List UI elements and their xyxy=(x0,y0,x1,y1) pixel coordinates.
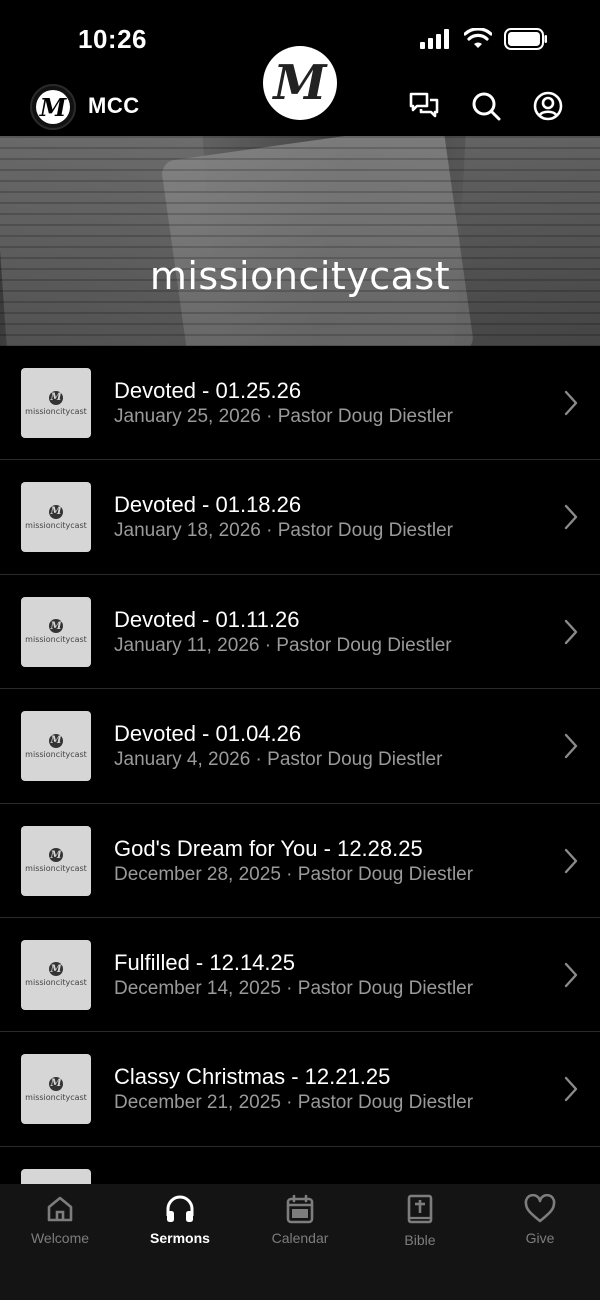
sermon-meta: December 14, 2025 · Pastor Doug Diestler xyxy=(114,977,474,999)
sermon-title: Devoted - 01.11.26 xyxy=(114,606,300,632)
sermon-meta: December 21, 2025 · Pastor Doug Diestler xyxy=(114,1092,474,1114)
thumbnail-wordmark: missioncitycast xyxy=(25,978,87,988)
sermon-meta: January 18, 2026 · Pastor Doug Diestler xyxy=(114,520,454,542)
tab-calendar[interactable]: Calendar xyxy=(240,1184,360,1300)
hero-wordmark: missioncitycast xyxy=(149,254,451,298)
tab-give[interactable]: Give xyxy=(480,1184,600,1300)
sermon-list-item[interactable]: Mmissioncitycast Devoted - 01.11.26 Janu… xyxy=(0,575,600,690)
sermon-list-item[interactable]: Mmissioncitycast God's Dream for You - 1… xyxy=(0,804,600,918)
chevron-right-icon xyxy=(564,848,578,873)
sermon-title: Devoted - 01.04.26 xyxy=(114,721,302,747)
sermon-meta: January 11, 2026 · Pastor Doug Diestler xyxy=(114,634,452,656)
calendar-icon xyxy=(286,1194,314,1224)
sermon-meta: January 4, 2026 · Pastor Doug Diestler xyxy=(114,749,443,771)
tab-bar: Welcome Sermons Calendar Bible Give xyxy=(0,1184,600,1300)
sermon-meta: December 28, 2025 · Pastor Doug Diestler xyxy=(114,863,474,885)
sermon-list-item[interactable]: Mmissioncitycast Devoted - 01.25.26 Janu… xyxy=(0,346,600,461)
tab-welcome[interactable]: Welcome xyxy=(0,1184,120,1300)
sermon-list: Mmissioncitycast Devoted - 01.25.26 Janu… xyxy=(0,346,600,1184)
chat-button[interactable] xyxy=(408,90,440,122)
thumbnail-wordmark: missioncitycast xyxy=(25,635,87,645)
thumbnail-logo-mark: M xyxy=(49,504,63,519)
chevron-right-icon xyxy=(564,390,578,416)
tab-bible[interactable]: Bible xyxy=(360,1184,480,1300)
status-time: 10:26 xyxy=(78,24,147,54)
sermon-thumbnail: Mmissioncitycast xyxy=(21,939,91,1010)
thumbnail-wordmark: missioncitycast xyxy=(25,1092,87,1102)
sermon-thumbnail: Mmissioncitycast xyxy=(21,368,91,438)
account-icon xyxy=(533,91,563,121)
sermon-thumbnail: Mmissioncitycast xyxy=(21,1168,91,1184)
wifi-icon xyxy=(464,28,492,48)
home-icon xyxy=(47,1196,73,1222)
sermon-thumbnail: Mmissioncitycast xyxy=(21,596,91,667)
sermon-list-item[interactable]: Mmissioncitycast Classy Christmas - 12.2… xyxy=(0,1032,600,1147)
app-logo-mark: M xyxy=(36,90,70,124)
sermon-thumbnail: Mmissioncitycast xyxy=(21,482,91,553)
thumbnail-logo-mark: M xyxy=(49,1076,63,1091)
sermon-title: Devoted - 01.18.26 xyxy=(114,492,302,518)
tab-label: Welcome xyxy=(30,1230,90,1246)
header-actions xyxy=(408,90,564,122)
app-logo[interactable]: M xyxy=(30,84,76,130)
sermon-thumbnail: Mmissioncitycast xyxy=(21,711,91,782)
thumbnail-wordmark: missioncitycast xyxy=(25,406,87,416)
hero-banner xyxy=(0,136,600,346)
cellular-signal-icon xyxy=(420,29,449,49)
thumbnail-logo-mark: M xyxy=(49,390,63,405)
chat-icon xyxy=(409,92,439,118)
app-title: MCC xyxy=(88,93,140,118)
chevron-right-icon xyxy=(564,1077,578,1102)
headphones-icon xyxy=(166,1195,194,1222)
sermon-title: Classy Christmas - 12.21.25 xyxy=(114,1064,391,1090)
thumbnail-wordmark: missioncitycast xyxy=(25,520,87,530)
account-button[interactable] xyxy=(532,90,564,122)
sermon-list-item[interactable]: Mmissioncitycast Devoted - 01.18.26 Janu… xyxy=(0,460,600,575)
thumbnail-wordmark: missioncitycast xyxy=(25,749,87,759)
tab-label: Calendar xyxy=(271,1230,329,1246)
sermon-title: Fulfilled - 12.14.25 xyxy=(114,949,295,975)
thumbnail-logo-mark: M xyxy=(49,619,63,634)
chevron-right-icon xyxy=(564,619,578,644)
status-icons xyxy=(420,28,548,50)
sermon-list-item[interactable]: Mmissioncitycast xyxy=(0,1147,600,1184)
sermon-list-item[interactable]: Mmissioncitycast Fulfilled - 12.14.25 De… xyxy=(0,918,600,1033)
heart-icon xyxy=(524,1194,556,1223)
hero-logo-mark: M xyxy=(263,46,337,120)
sermon-thumbnail: Mmissioncitycast xyxy=(21,825,91,896)
battery-icon xyxy=(504,28,547,50)
tab-label: Bible xyxy=(404,1232,436,1248)
chevron-right-icon xyxy=(564,962,578,988)
thumbnail-wordmark: missioncitycast xyxy=(25,864,87,874)
sermon-list-item[interactable]: Mmissioncitycast Devoted - 01.04.26 Janu… xyxy=(0,689,600,804)
sermon-title: God's Dream for You - 12.28.25 xyxy=(114,835,423,861)
bible-icon xyxy=(407,1194,433,1224)
chevron-right-icon xyxy=(564,733,578,759)
tab-label: Give xyxy=(525,1230,555,1246)
sermon-title: Devoted - 01.25.26 xyxy=(114,378,302,403)
thumbnail-logo-mark: M xyxy=(49,733,63,748)
sermon-meta: January 25, 2026 · Pastor Doug Diestler xyxy=(114,406,454,427)
sermon-thumbnail: Mmissioncitycast xyxy=(21,1054,91,1125)
search-icon xyxy=(472,92,501,121)
tab-label: Sermons xyxy=(150,1230,210,1246)
search-button[interactable] xyxy=(470,90,502,122)
tab-sermons[interactable]: Sermons xyxy=(120,1184,240,1300)
thumbnail-logo-mark: M xyxy=(49,962,63,977)
thumbnail-logo-mark: M xyxy=(49,848,63,863)
chevron-right-icon xyxy=(564,505,578,530)
